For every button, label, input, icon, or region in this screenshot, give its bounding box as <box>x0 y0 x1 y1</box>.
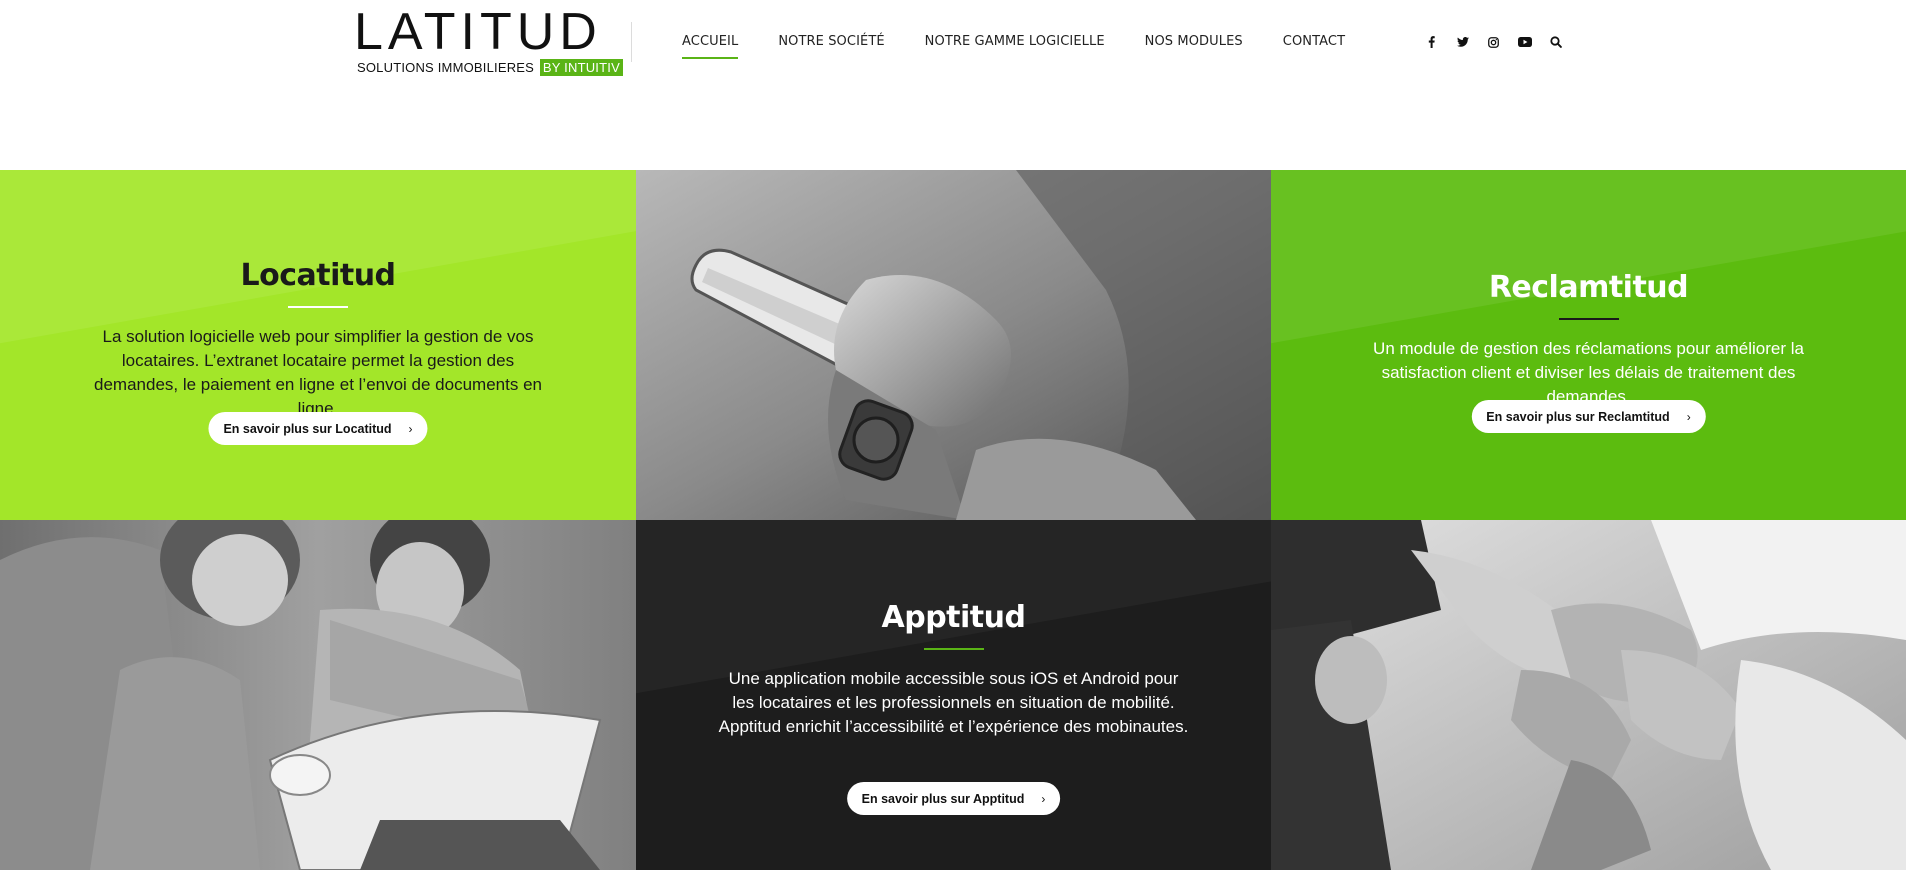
logo-tagline-badge: BY INTUITIV <box>539 59 623 76</box>
social-links <box>1416 34 1571 50</box>
team-hands-image <box>1271 520 1906 870</box>
button-label: En savoir plus sur Locatitud <box>223 421 392 436</box>
apptitud-description: Une application mobile accessible sous i… <box>718 669 1189 736</box>
youtube-icon[interactable] <box>1509 34 1540 50</box>
title-underline <box>1558 318 1619 320</box>
phone-hands-photo <box>636 170 1271 520</box>
team-hands-photo <box>1271 520 1906 870</box>
locatitud-panel: Locatitud La solution logicielle web pou… <box>0 170 636 520</box>
logo-tagline: SOLUTIONS IMMOBILIERES BY INTUITIV <box>357 59 623 76</box>
nav-item-nos-modules[interactable]: NOS MODULES <box>1145 34 1243 49</box>
latitud-logo[interactable]: LATITUD SOLUTIONS IMMOBILIERES BY INTUIT… <box>354 3 623 80</box>
button-label: En savoir plus sur Apptitud <box>861 791 1025 806</box>
main-nav: ACCUEIL NOTRE SOCIÉTÉ NOTRE GAMME LOGICI… <box>682 34 1385 59</box>
modules-grid: Locatitud La solution logicielle web pou… <box>0 170 1906 870</box>
title-underline <box>923 648 984 650</box>
reclamtitud-panel: Reclamtitud Un module de gestion des réc… <box>1271 170 1906 520</box>
logo-tagline-text: SOLUTIONS IMMOBILIERES <box>357 60 535 75</box>
search-icon[interactable] <box>1540 34 1571 50</box>
reclamtitud-title: Reclamtitud <box>1488 270 1689 305</box>
button-label: En savoir plus sur Reclamtitud <box>1486 409 1670 424</box>
reclamtitud-description: Un module de gestion des réclamations po… <box>1373 339 1804 406</box>
chevron-right-icon: › <box>1041 791 1046 806</box>
nav-item-accueil[interactable]: ACCUEIL <box>682 34 739 59</box>
couple-plans-photo <box>0 520 636 870</box>
chevron-right-icon: › <box>1686 409 1691 424</box>
title-underline <box>288 306 348 308</box>
instagram-icon[interactable] <box>1478 34 1509 50</box>
nav-item-notre-gamme-logicielle[interactable]: NOTRE GAMME LOGICIELLE <box>925 34 1105 49</box>
header-divider <box>631 22 632 62</box>
apptitud-title: Apptitud <box>881 600 1026 635</box>
site-header: LATITUD SOLUTIONS IMMOBILIERES BY INTUIT… <box>0 0 1906 170</box>
couple-plans-image <box>0 520 636 870</box>
reclamtitud-learn-more-button[interactable]: En savoir plus sur Reclamtitud › <box>1471 400 1706 433</box>
facebook-icon[interactable] <box>1416 34 1447 50</box>
locatitud-learn-more-button[interactable]: En savoir plus sur Locatitud › <box>208 412 428 445</box>
nav-item-contact[interactable]: CONTACT <box>1283 34 1345 49</box>
locatitud-title: Locatitud <box>240 258 396 293</box>
apptitud-panel: Apptitud Une application mobile accessib… <box>636 520 1271 870</box>
phone-hands-image <box>636 170 1271 520</box>
apptitud-learn-more-button[interactable]: En savoir plus sur Apptitud › <box>846 782 1061 815</box>
nav-item-notre-societe[interactable]: NOTRE SOCIÉTÉ <box>778 34 884 49</box>
twitter-icon[interactable] <box>1447 34 1478 50</box>
logo-wordmark: LATITUD <box>354 3 602 61</box>
chevron-right-icon: › <box>408 421 413 436</box>
locatitud-description: La solution logicielle web pour simplifi… <box>94 327 542 418</box>
